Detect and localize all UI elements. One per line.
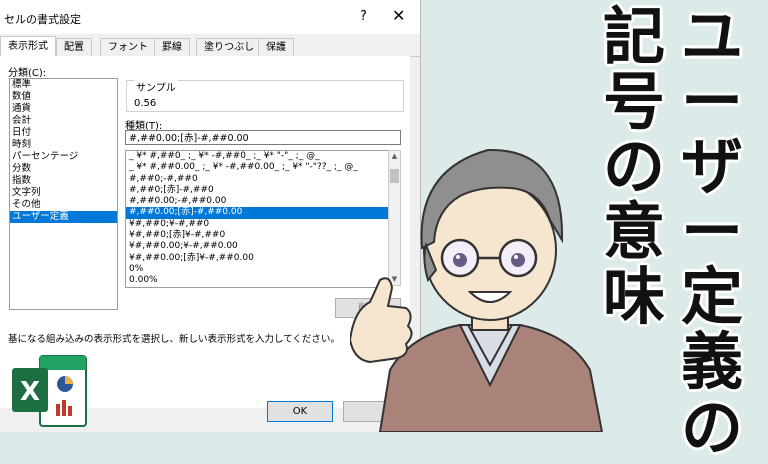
category-item[interactable]: 時刻 <box>10 139 117 151</box>
category-item[interactable]: 分数 <box>10 163 117 175</box>
category-item[interactable]: 日付 <box>10 127 117 139</box>
close-icon[interactable]: ✕ <box>392 6 405 25</box>
title-char: の <box>680 390 743 464</box>
tab-number[interactable]: 表示形式 <box>0 36 56 57</box>
title-char: 記 <box>602 0 665 73</box>
type-list-item[interactable]: #,##0.00;-#,##0.00 <box>126 196 388 207</box>
description-text: 基になる組み込みの表示形式を選択し、新しい表示形式を入力してください。 <box>8 334 340 345</box>
tab-fill[interactable]: 塗りつぶし <box>196 38 263 56</box>
type-list-item[interactable]: _ ¥* #,##0_ ;_ ¥* -#,##0_ ;_ ¥* "-"_ ;_ … <box>126 151 388 162</box>
title-column-1: ユ ー ザ ー 定 義 の <box>662 4 762 460</box>
category-item[interactable]: 通貨 <box>10 103 117 115</box>
tab-strip: 表示形式 配置 フォント 罫線 塗りつぶし 保護 <box>0 36 420 57</box>
title-column-2: 記 号 の 意 味 <box>594 0 674 334</box>
sample-label: サンプル <box>134 79 178 94</box>
title-char: ー <box>680 195 743 269</box>
type-list-item[interactable]: #,##0;[赤]-#,##0 <box>126 185 388 196</box>
category-item[interactable]: パーセンテージ <box>10 151 117 163</box>
type-list-item[interactable]: ¥#,##0;[赤]¥-#,##0 <box>126 230 388 241</box>
type-list-item[interactable]: ¥#,##0.00;[赤]¥-#,##0.00 <box>126 253 388 264</box>
type-list-item[interactable]: #,##0.00;[赤]-#,##0.00 <box>126 207 388 219</box>
title-char: ザ <box>680 130 743 204</box>
title-char: ユ <box>680 0 743 73</box>
category-item[interactable]: その他 <box>10 199 117 211</box>
title-char: 義 <box>680 325 743 399</box>
excel-logo-icon: X <box>12 355 87 427</box>
tab-border[interactable]: 罫線 <box>154 38 190 56</box>
type-list-item[interactable]: 0.00% <box>126 275 388 286</box>
cartoon-man-illustration <box>350 148 604 432</box>
category-item[interactable]: 標準 <box>10 79 117 91</box>
type-list-item[interactable]: #,##0;-#,##0 <box>126 174 388 185</box>
title-char: 定 <box>680 260 743 334</box>
tab-protection[interactable]: 保護 <box>258 38 294 56</box>
help-button[interactable]: ? <box>360 9 367 24</box>
category-item[interactable]: 会計 <box>10 115 117 127</box>
type-list-item[interactable]: 0% <box>126 264 388 275</box>
category-item[interactable]: 指数 <box>10 175 117 187</box>
type-list-item[interactable]: ¥#,##0.00;¥-#,##0.00 <box>126 241 388 252</box>
type-list-item[interactable]: _ ¥* #,##0.00_ ;_ ¥* -#,##0.00_ ;_ ¥* "-… <box>126 162 388 173</box>
title-char: の <box>602 130 665 204</box>
ok-button[interactable]: OK <box>267 401 333 422</box>
dialog-title: セルの書式設定 <box>4 13 81 26</box>
svg-text:X: X <box>20 377 40 407</box>
category-list[interactable]: 標準 数値 通貨 会計 日付 時刻 パーセンテージ 分数 指数 文字列 その他 ユーザー定義 <box>9 78 118 310</box>
category-item[interactable]: ユーザー定義 <box>10 211 117 223</box>
sample-value: 0.56 <box>134 98 157 109</box>
tab-alignment[interactable]: 配置 <box>56 38 92 56</box>
category-label: 分類(C): <box>8 68 47 79</box>
title-char: 味 <box>602 260 665 334</box>
title-char: ー <box>680 65 743 139</box>
title-char: 号 <box>602 65 665 139</box>
category-item[interactable]: 文字列 <box>10 187 117 199</box>
category-item[interactable]: 数値 <box>10 91 117 103</box>
dialog-titlebar: セルの書式設定 ? ✕ <box>0 0 420 34</box>
title-char: 意 <box>602 195 665 269</box>
type-list-item[interactable]: ¥#,##0;¥-#,##0 <box>126 219 388 230</box>
tab-font[interactable]: フォント <box>100 38 156 56</box>
